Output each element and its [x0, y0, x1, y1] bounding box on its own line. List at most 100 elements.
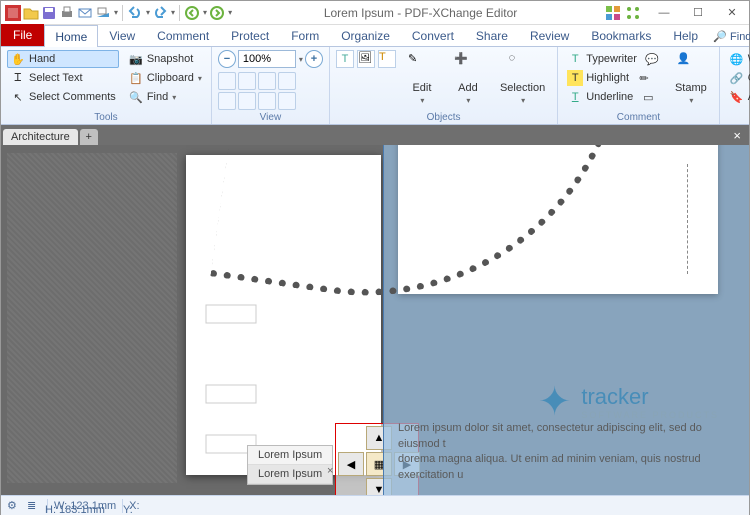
view-opt[interactable] — [218, 72, 236, 90]
tab-comment[interactable]: Comment — [146, 24, 220, 46]
highlight-icon: T — [567, 70, 583, 86]
float-close-icon[interactable]: × — [327, 465, 333, 477]
group-objects: T 🖼 T ✎Edit▾ ➕Add▾ ◌Selection▾ Objects — [330, 47, 558, 124]
tab-home[interactable]: Home — [44, 25, 98, 47]
tab-protect[interactable]: Protect — [220, 24, 280, 46]
clipboard-tool[interactable]: 📋Clipboard▾ — [125, 69, 205, 87]
camera-icon: 📷 — [128, 51, 144, 67]
print-icon[interactable] — [59, 5, 75, 21]
redo-icon[interactable] — [152, 5, 168, 21]
highlight-tool[interactable]: THighlight✏ — [564, 69, 663, 87]
thumbnail-panel[interactable] — [7, 153, 177, 483]
view-opt[interactable] — [258, 72, 276, 90]
tab-review[interactable]: Review — [519, 24, 580, 46]
mail-icon[interactable] — [77, 5, 93, 21]
doc-tab-architecture[interactable]: Architecture — [3, 129, 78, 145]
titlebar: ▾ ▾ ▾ ▾ ▾ Lorem Ipsum - PDF-XChange Edit… — [1, 1, 749, 25]
group-view-label: View — [218, 111, 323, 123]
typewriter-tool[interactable]: TTypewriter💬 — [564, 50, 663, 68]
edit-button[interactable]: ✎Edit▾ — [402, 50, 442, 107]
group-links: 🌐Web Links▾ 🔗Create Link 🔖Add Bookmark L… — [720, 47, 750, 124]
app-icon — [5, 5, 21, 21]
find-icon: 🔍 — [128, 89, 144, 105]
document-tabstrip: Architecture + × — [1, 125, 749, 145]
qat-dropdown-icon[interactable]: ▾ — [114, 8, 118, 17]
edit-text-icon[interactable]: T — [336, 50, 354, 68]
nav-prev-icon[interactable] — [184, 5, 200, 21]
floating-tab-labels: Lorem Ipsum Lorem Ipsum — [247, 445, 333, 485]
tab-bookmarks[interactable]: Bookmarks — [580, 24, 662, 46]
undo-icon[interactable] — [127, 5, 143, 21]
ui-opt-1-icon[interactable] — [605, 5, 621, 21]
edit-icon: ✎ — [408, 52, 436, 80]
zoom-in-button[interactable]: + — [305, 50, 323, 68]
group-objects-label: Objects — [336, 111, 551, 123]
note-icon[interactable]: 💬 — [644, 51, 660, 67]
group-comment-label: Comment — [564, 111, 713, 123]
selection-button[interactable]: ◌Selection▾ — [494, 50, 551, 107]
view-opt[interactable] — [278, 92, 296, 110]
group-links-label: Links — [726, 111, 750, 123]
dragged-window-overlay[interactable]: ✦ tracker SOFTWARE PRODUCTS Lorem ipsum … — [383, 145, 749, 495]
float-label-2[interactable]: Lorem Ipsum — [248, 465, 332, 484]
typewriter-icon: T — [567, 51, 583, 67]
tracker-logo: ✦ tracker SOFTWARE PRODUCTS — [538, 379, 719, 425]
view-opt[interactable] — [278, 72, 296, 90]
select-comments-tool[interactable]: ↖Select Comments — [7, 88, 119, 106]
doc-tab-close[interactable]: × — [725, 126, 749, 145]
underline-tool[interactable]: TUnderline▭ — [564, 88, 663, 106]
stamp-button[interactable]: 👤Stamp▾ — [669, 50, 713, 107]
float-label-1[interactable]: Lorem Ipsum — [248, 446, 332, 465]
window-title: Lorem Ipsum - PDF-XChange Editor — [236, 6, 605, 20]
hand-tool[interactable]: ✋Hand — [7, 50, 119, 68]
find-label: Find... — [730, 31, 750, 43]
snapshot-tool[interactable]: 📷Snapshot — [125, 50, 205, 68]
tab-organize[interactable]: Organize — [330, 24, 401, 46]
add-button[interactable]: ➕Add▾ — [448, 50, 488, 107]
layers-icon[interactable]: ≣ — [27, 499, 41, 513]
add-bookmark-button[interactable]: 🔖Add Bookmark — [726, 88, 750, 106]
scan-icon[interactable] — [95, 5, 111, 21]
zoom-input[interactable] — [238, 50, 296, 68]
menu-tabstrip: File Home View Comment Protect Form Orga… — [1, 25, 749, 47]
save-icon[interactable] — [41, 5, 57, 21]
options-icon[interactable]: ⚙ — [7, 499, 21, 513]
shape-icon[interactable]: ▭ — [640, 89, 656, 105]
tab-convert[interactable]: Convert — [401, 24, 465, 46]
web-links-button[interactable]: 🌐Web Links▾ — [726, 50, 750, 68]
add-icon: ➕ — [454, 52, 482, 80]
tab-help[interactable]: Help — [662, 24, 709, 46]
open-icon[interactable] — [23, 5, 39, 21]
minimize-button[interactable]: — — [647, 1, 681, 25]
pencil-icon[interactable]: ✏ — [636, 70, 652, 86]
tab-form[interactable]: Form — [280, 24, 330, 46]
doc-tab-add[interactable]: + — [80, 129, 98, 145]
create-link-button[interactable]: 🔗Create Link — [726, 69, 750, 87]
close-button[interactable]: ✕ — [715, 1, 749, 25]
logo-mark-icon: ✦ — [538, 379, 572, 425]
status-y: Y: — [123, 504, 133, 516]
dock-left-icon[interactable]: ◀ — [338, 452, 364, 476]
select-text-tool[interactable]: ᏆSelect Text — [7, 69, 119, 87]
tab-view[interactable]: View — [98, 24, 146, 46]
text-cursor-icon: Ꮖ — [10, 70, 26, 86]
edit-image-icon[interactable]: 🖼 — [357, 50, 375, 68]
clipboard-icon: 📋 — [128, 70, 144, 86]
link-icon: 🔗 — [729, 70, 745, 86]
view-opt[interactable] — [258, 92, 276, 110]
tab-share[interactable]: Share — [465, 24, 519, 46]
group-tools-label: Tools — [7, 111, 205, 123]
ui-opt-2-icon[interactable] — [625, 5, 641, 21]
view-opt[interactable] — [238, 72, 256, 90]
add-text-icon[interactable]: T — [378, 50, 396, 68]
nav-next-icon[interactable] — [209, 5, 225, 21]
maximize-button[interactable]: ☐ — [681, 1, 715, 25]
zoom-out-button[interactable]: − — [218, 50, 236, 68]
view-opt[interactable] — [238, 92, 256, 110]
quick-access-toolbar: ▾ ▾ ▾ ▾ ▾ — [1, 5, 236, 21]
view-opt[interactable] — [218, 92, 236, 110]
group-view: − ▾ + View — [212, 47, 330, 124]
find-button[interactable]: 🔎Find... — [709, 28, 750, 46]
find-tool[interactable]: 🔍Find▾ — [125, 88, 205, 106]
file-tab[interactable]: File — [1, 24, 44, 46]
